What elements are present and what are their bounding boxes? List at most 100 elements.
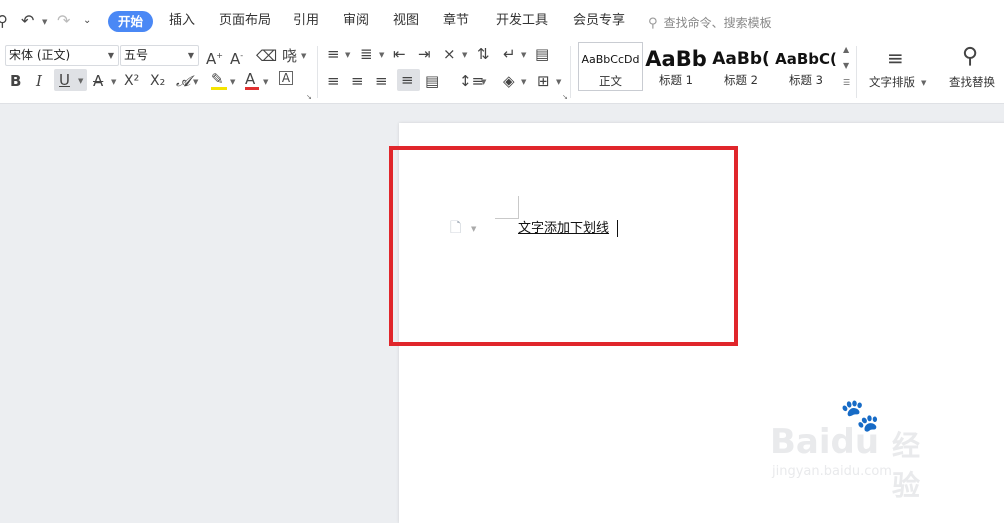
chevron-down-icon: ▼ <box>187 51 194 60</box>
underline-button[interactable]: U ▼ <box>54 69 87 91</box>
styles-more-icon[interactable]: ☰ <box>843 79 850 87</box>
group-divider <box>570 46 571 98</box>
font-size-select[interactable]: 五号 ▼ <box>120 45 199 66</box>
bullet-list-dropdown-icon[interactable]: ▼ <box>345 51 350 59</box>
font-name-select[interactable]: 宋体 (正文) ▼ <box>5 45 119 66</box>
increase-indent-icon[interactable]: ⇥ <box>418 45 431 63</box>
command-search[interactable]: ⚲ 查找命令、搜索模板 <box>648 12 772 31</box>
undo-dropdown-icon[interactable]: ▼ <box>42 18 47 26</box>
strikethrough-dropdown-icon[interactable]: ▼ <box>111 78 116 86</box>
borders-icon[interactable]: ⊞ <box>537 72 550 90</box>
style-heading-2[interactable]: AaBb( 标题 2 <box>709 42 773 91</box>
font-color-button[interactable]: A <box>245 70 255 88</box>
zoom-preview-icon[interactable]: ⚲ <box>0 12 8 30</box>
redo-icon[interactable]: ↷ <box>57 12 70 30</box>
command-search-placeholder: 查找命令、搜索模板 <box>663 16 772 30</box>
align-left-icon[interactable]: ≡ <box>327 72 340 90</box>
tab-page-layout[interactable]: 页面布局 <box>219 12 271 30</box>
undo-icon[interactable]: ↶ <box>21 12 34 30</box>
watermark-brand: Baidu <box>770 422 880 462</box>
line-spacing-dropdown-icon[interactable]: ▼ <box>481 78 486 86</box>
align-right-icon[interactable]: ≡ <box>375 72 388 90</box>
menu-bar: ⚲ ↶ ▼ ↷ ⌄ 开始 插入 页面布局 引用 审阅 视图 章节 开发工具 会员… <box>0 0 1004 42</box>
find-replace-label: 查找替换 <box>949 75 995 89</box>
tab-member[interactable]: 会员专享 <box>573 12 625 30</box>
style-heading-2-label: 标题 2 <box>724 73 758 87</box>
font-color-bar <box>245 87 259 90</box>
align-justify-icon: ≡ <box>401 71 414 89</box>
tab-view[interactable]: 视图 <box>393 12 419 30</box>
align-center-icon[interactable]: ≡ <box>351 72 364 90</box>
phonetic-guide-icon[interactable]: 哓 <box>282 47 297 65</box>
decrease-indent-icon[interactable]: ⇤ <box>393 45 406 63</box>
style-heading-3[interactable]: AaBbC( 标题 3 <box>774 42 838 91</box>
text-layout-icon: ≡ <box>887 46 904 70</box>
style-heading-3-preview: AaBbC( <box>775 50 837 68</box>
quick-access-dropdown-icon[interactable]: ⌄ <box>83 12 91 30</box>
text-layout-dropdown-icon: ▼ <box>921 79 927 87</box>
shrink-font-icon[interactable]: A- <box>230 47 243 68</box>
tab-developer[interactable]: 开发工具 <box>496 12 548 30</box>
highlight-icon[interactable]: ✎ <box>211 70 224 88</box>
numbered-list-dropdown-icon[interactable]: ▼ <box>379 51 384 59</box>
tab-chapter[interactable]: 章节 <box>443 12 469 30</box>
style-heading-3-label: 标题 3 <box>789 73 823 87</box>
strikethrough-button[interactable]: A <box>93 72 103 90</box>
font-name-value: 宋体 (正文) <box>9 48 71 62</box>
show-marks-icon[interactable]: ↵ <box>503 45 516 63</box>
align-justify-button[interactable]: ≡ <box>397 69 420 91</box>
font-size-value: 五号 <box>124 48 149 62</box>
font-color-dropdown-icon[interactable]: ▼ <box>263 78 268 86</box>
paragraph-dialog-launcher-icon[interactable]: ↘ <box>562 93 568 101</box>
tab-insert[interactable]: 插入 <box>169 12 195 30</box>
show-marks-dropdown-icon[interactable]: ▼ <box>521 51 526 59</box>
char-shading-button[interactable]: A <box>279 71 293 85</box>
watermark-url: jingyan.baidu.com <box>772 464 892 479</box>
grow-font-icon[interactable]: A+ <box>206 47 223 68</box>
tab-references[interactable]: 引用 <box>293 12 319 30</box>
ribbon-toolbar: 宋体 (正文) ▼ 五号 ▼ A+ A- ⌫ 哓 ▼ B I U ▼ A ▼ X… <box>0 42 1004 104</box>
style-normal[interactable]: AaBbCcDd 正文 <box>578 42 643 91</box>
chinese-layout-icon[interactable]: ⨯ <box>443 45 456 63</box>
chevron-down-icon: ▼ <box>107 51 114 60</box>
sort-icon[interactable]: ⇅ <box>477 45 490 63</box>
group-divider <box>317 46 318 98</box>
style-heading-1-preview: AaBb <box>645 47 707 71</box>
tab-review[interactable]: 审阅 <box>343 12 369 30</box>
chinese-layout-dropdown-icon[interactable]: ▼ <box>462 51 467 59</box>
styles-scroll-down-icon[interactable]: ▼ <box>843 62 849 70</box>
styles-scroll-up-icon[interactable]: ▲ <box>843 46 849 54</box>
highlight-box <box>389 146 738 346</box>
bullet-list-icon[interactable]: ≡ <box>327 45 340 63</box>
text-effect-dropdown-icon[interactable]: ▼ <box>193 78 198 86</box>
borders-dropdown-icon[interactable]: ▼ <box>556 78 561 86</box>
find-replace-button[interactable]: ⚲ 查找替换 <box>944 44 1004 94</box>
font-dialog-launcher-icon[interactable]: ↘ <box>306 93 312 101</box>
highlight-color-bar <box>211 87 227 90</box>
highlight-dropdown-icon[interactable]: ▼ <box>230 78 235 86</box>
bold-button[interactable]: B <box>10 72 21 90</box>
style-normal-label: 正文 <box>599 74 622 88</box>
style-heading-2-preview: AaBb( <box>712 49 770 69</box>
group-divider <box>856 46 857 98</box>
underline-dropdown-icon: ▼ <box>78 77 84 85</box>
phonetic-dropdown-icon[interactable]: ▼ <box>301 52 306 60</box>
distributed-align-icon[interactable]: ▤ <box>425 72 439 90</box>
text-effect-button[interactable]: 𝓐 <box>176 72 191 90</box>
style-heading-1-label: 标题 1 <box>659 73 693 87</box>
subscript-button[interactable]: X₂ <box>150 72 165 90</box>
numbered-list-icon[interactable]: ≣ <box>360 45 373 63</box>
underline-icon: U <box>59 71 70 89</box>
paragraph-shading-dropdown-icon[interactable]: ▼ <box>521 78 526 86</box>
text-layout-button[interactable]: ≡ 文字排版 ▼ <box>865 44 931 94</box>
watermark-brand-cn: 经验 <box>892 429 921 502</box>
table-ruler-icon[interactable]: ▤ <box>535 45 549 63</box>
magnifier-icon: ⚲ <box>962 44 979 69</box>
paragraph-shading-icon[interactable]: ◈ <box>503 72 515 90</box>
clear-format-icon[interactable]: ⌫ <box>256 47 277 65</box>
italic-button[interactable]: I <box>36 72 42 90</box>
tab-home[interactable]: 开始 <box>108 11 153 32</box>
styles-gallery: AaBbCcDd 正文 AaBb 标题 1 AaBb( 标题 2 AaBbC( … <box>578 42 853 94</box>
superscript-button[interactable]: X² <box>124 72 139 90</box>
style-heading-1[interactable]: AaBb 标题 1 <box>644 42 708 91</box>
